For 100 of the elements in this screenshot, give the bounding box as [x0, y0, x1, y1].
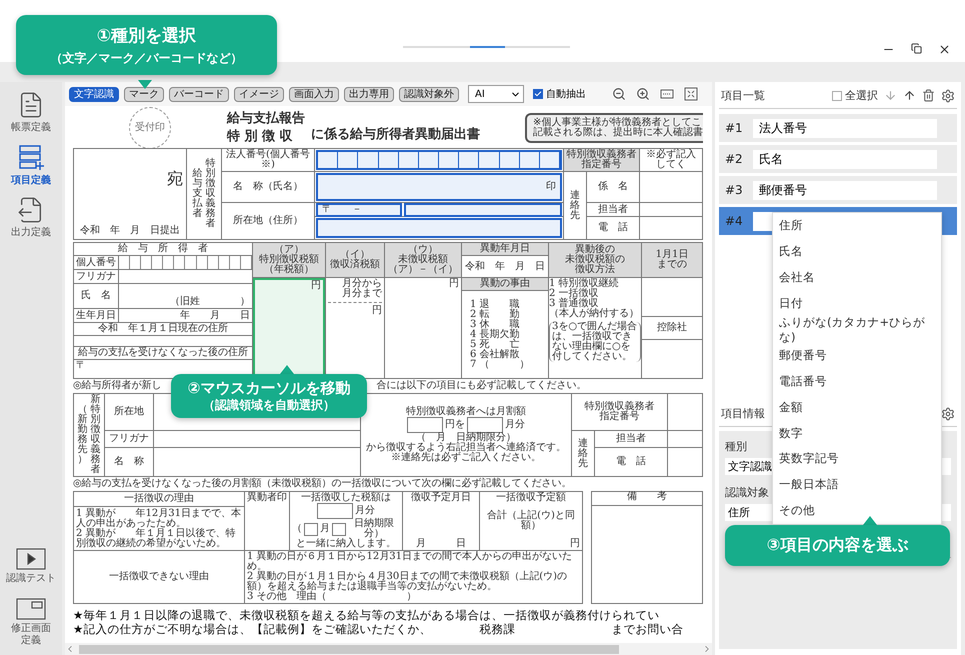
form-label: フリガナ	[105, 431, 153, 447]
item-number: #1	[725, 121, 744, 135]
form-label: 1 特別徴収継続	[549, 279, 619, 289]
item-field[interactable]: 郵便番号	[753, 180, 937, 200]
sidebar-item[interactable]: 出力定義	[1, 191, 61, 244]
type-button[interactable]: 文字認識	[69, 86, 119, 102]
callout-title: ②マウスカーソルを移動	[188, 381, 350, 396]
dropdown-option[interactable]: 英数字記号	[773, 446, 941, 472]
dropdown-option[interactable]: 郵便番号	[773, 342, 941, 368]
dropdown-option[interactable]: 数字	[773, 420, 941, 446]
form-label: 令和 年 月 日	[462, 256, 548, 277]
form-label: 一括徴収した税額は	[301, 493, 391, 503]
dropdown-option[interactable]: その他	[773, 498, 941, 524]
form-label: 3を○で囲んだ場合は、一括徴収できない理由欄に○を付してください。	[549, 322, 641, 362]
dropdown-option[interactable]: 電話番号	[773, 368, 941, 394]
form-label: 未徴収税額の	[565, 255, 625, 265]
form-label: 月分まで	[342, 289, 382, 299]
type-button[interactable]: 認識対象外	[399, 86, 459, 102]
form-label: 合計（上記(ウ)と同額）	[486, 511, 576, 531]
form-label: 7 （ ）	[470, 360, 530, 370]
item-row[interactable]: #3 郵便番号	[719, 176, 957, 204]
form-label: 法人番号(個人番号※)	[222, 149, 314, 171]
checkbox-label: 全選択	[845, 88, 878, 103]
form-label: 名 称	[105, 448, 153, 476]
dropdown-option[interactable]: 一般日本語	[773, 472, 941, 498]
notice-text: ※個人事業主様が特徴義務者としてこ	[533, 118, 702, 128]
form-label: ※必ず記入してく	[640, 149, 702, 171]
form-label: 異動者印	[247, 493, 287, 503]
form-label: 1月1日	[656, 250, 688, 260]
form-label: ◎給与所得者が新し	[73, 381, 162, 391]
form-label: 徴収済税額	[330, 260, 380, 270]
form-label: 未徴収税額	[398, 255, 448, 265]
item-field[interactable]: 法人番号	[753, 118, 937, 138]
callout-subtitle: （認識領域を自動選択）	[203, 399, 335, 411]
dropdown-option[interactable]: 会社名	[773, 264, 941, 291]
panel-title: 項目情報	[721, 406, 765, 421]
form-label: 担当者	[587, 203, 639, 216]
type-button[interactable]: イメージ	[234, 86, 284, 102]
form-label: ※連絡先は必ずご記入ください。	[391, 453, 541, 463]
item-row[interactable]: #1 法人番号	[719, 114, 957, 142]
form-label: 電 話	[587, 217, 639, 239]
form-title: 給与支払報告	[227, 110, 305, 128]
form-label: 2 異動の日が１月１日から４月30日までの間で未徴収税額（上記(ウ)の額）を超える給与または退職手当等の支払がないため。	[247, 572, 568, 592]
dropdown-option[interactable]: 氏名	[773, 238, 941, 265]
type-button[interactable]: 出力専用	[344, 86, 394, 102]
form-title: に係る給与所得者異動届出書	[311, 128, 480, 140]
dropdown-option[interactable]: 住所	[773, 213, 941, 239]
form-label: 特別徴収税額	[259, 255, 319, 265]
form-label: 個人番号	[74, 256, 118, 269]
form-label: 5 死 亡	[470, 340, 520, 350]
form-label: 給与の支払を受けなくなった後の住所	[74, 347, 252, 359]
sidebar-item[interactable]: 修正画面定義	[1, 593, 61, 651]
form-label: 〒 －	[322, 204, 362, 214]
form-label: 一括徴収予定額	[496, 493, 566, 503]
form-label: 異動年月日	[462, 243, 548, 255]
form-label: 特別徴収義務者	[584, 402, 654, 412]
form-label: 6 会社解散	[470, 350, 520, 360]
item-row[interactable]: #2 氏名	[719, 145, 957, 173]
form-label: 令和 年 月 日提出	[80, 226, 180, 236]
form-label: 連絡先	[570, 190, 580, 220]
form-label: 3 その他 理由（ ）	[247, 592, 417, 602]
sidebar-item[interactable]: 認識テスト	[1, 542, 61, 589]
form-label: 名 称（氏名）	[222, 172, 314, 202]
form-label: 円	[570, 539, 580, 549]
dropdown-option[interactable]: 日付	[773, 290, 941, 317]
form-label: 年 月 日	[119, 309, 252, 322]
field-label: 種別	[725, 439, 748, 454]
type-button[interactable]: バーコード	[169, 86, 229, 102]
type-button[interactable]: マーク	[124, 86, 164, 102]
form-label: （ウ）	[408, 245, 438, 255]
footer-text: 税務課	[479, 622, 516, 637]
callout-title: ③項目の内容を選ぶ	[766, 535, 908, 556]
form-label: 2 一括徴収	[549, 289, 599, 299]
form-label: 特別徴収義務者	[206, 159, 216, 229]
sidebar-item[interactable]: 帳票定義	[1, 86, 61, 138]
form-label: 3 普通徴収	[549, 299, 599, 309]
form-label: 1 異動が 年12月31日までで、本人の申出があったため。	[76, 508, 242, 528]
dropdown-option[interactable]: 金額	[773, 394, 941, 420]
sidebar-item[interactable]: 項目定義	[1, 138, 61, 191]
form-label: フリガナ	[74, 270, 118, 283]
item-number: #2	[725, 152, 744, 166]
callout-subtitle: （文字／マーク／バーコードなど）	[50, 50, 242, 67]
form-label: 指定番号	[582, 160, 622, 170]
dropdown-option[interactable]: ふりがな(カタカナ+ひらがな)	[773, 316, 941, 342]
form-label: 一括徴収できない理由	[74, 551, 244, 603]
form-label: （ 月 日納期限分）	[416, 433, 516, 443]
form-label: 控除社	[642, 317, 702, 339]
form-label: 合には以下の項目にも必ず記載してください。	[376, 381, 587, 391]
item-field[interactable]: 氏名	[753, 150, 937, 168]
engine-select[interactable]: AI	[468, 85, 524, 103]
form-label: 2 転 勤	[470, 310, 520, 320]
form-label: （本人が納付する）	[549, 309, 639, 319]
form-label: 給 与 所 得 者	[74, 243, 252, 255]
form-label: 4 長期欠勤	[470, 330, 520, 340]
form-label: 異動後の	[575, 245, 615, 255]
footer-text: ★毎年１月１日以降の退職で、未徴収税額を超える給与等の支払がある場合は、一括徴収が義務付けられてい	[73, 608, 660, 622]
type-button[interactable]: 画面入力	[289, 86, 339, 102]
form-label: から徴収するよう右記担当者へ連絡済です。	[366, 443, 566, 453]
form-label: 係 名	[587, 172, 639, 202]
footer-text: ★記入の仕方がご不明な場合は、【記載例】をご確認いただくか、	[73, 622, 432, 637]
